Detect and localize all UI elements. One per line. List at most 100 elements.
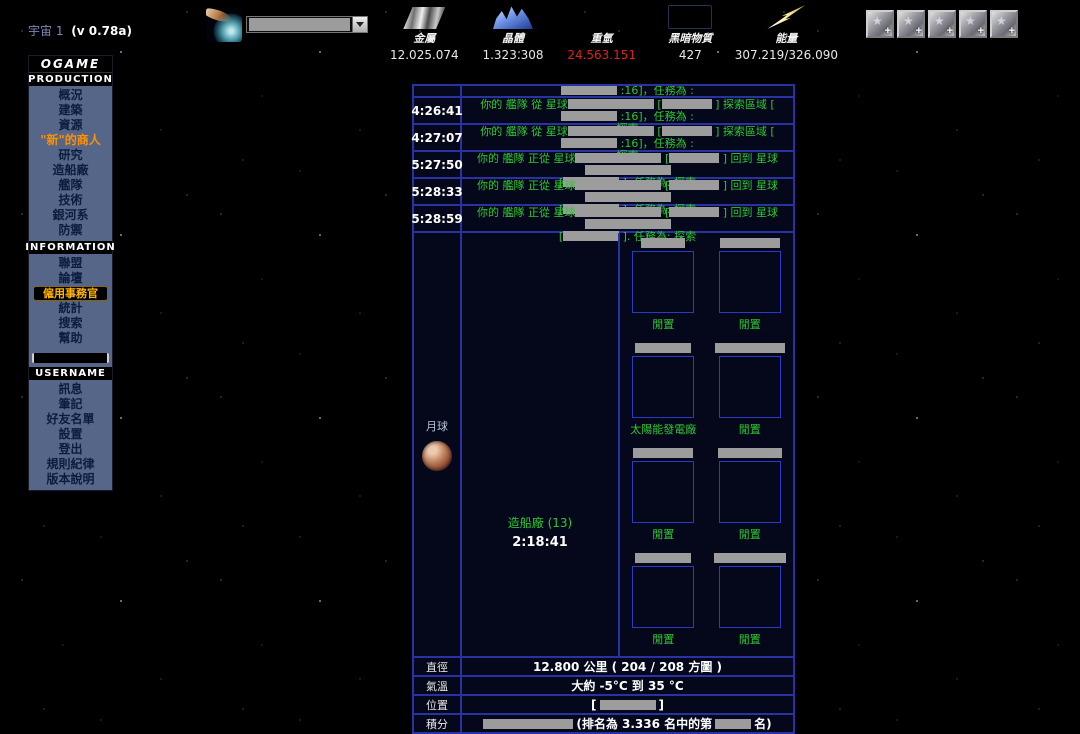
colony-name-redacted[interactable] bbox=[635, 553, 691, 563]
sidebar-item-merchant[interactable]: "新"的商人 bbox=[29, 133, 112, 148]
moon-column: 月球 bbox=[414, 233, 462, 656]
fleet-event-row: 4:27:07 你的 艦隊 從 星球 [ ] 探索區域 [ :16]，任務為 :… bbox=[414, 125, 793, 152]
planet-image bbox=[464, 340, 617, 506]
colony-name-redacted[interactable] bbox=[715, 343, 785, 353]
sidebar-item-buildings[interactable]: 建築 bbox=[29, 103, 112, 118]
moon-link[interactable]: 月球 bbox=[426, 418, 448, 434]
event-time: 4:27:07 bbox=[414, 125, 462, 150]
selected-planet-redacted bbox=[249, 18, 350, 31]
colony-activity-label: 閒置 bbox=[739, 421, 761, 437]
building-in-progress-label: 造船廠 (13) bbox=[508, 514, 572, 531]
dark-matter-value: 427 bbox=[646, 48, 735, 62]
colony-name-redacted[interactable] bbox=[718, 448, 782, 458]
universe-name: 宇宙 1 bbox=[28, 24, 63, 38]
sidebar-item-help[interactable]: 幫助 bbox=[29, 331, 112, 346]
colony-thumbnail[interactable] bbox=[632, 251, 694, 313]
sidebar-item-overview[interactable]: 概況 bbox=[29, 88, 112, 103]
colony-thumbnail[interactable] bbox=[719, 356, 781, 418]
event-time: 5:27:50 bbox=[414, 152, 462, 177]
event-text: ] 探索區域 [ bbox=[715, 125, 775, 138]
plus-icon: + bbox=[1009, 25, 1015, 37]
info-row-temperature: 氣溫 大約 -5°C 到 35 °C bbox=[414, 677, 793, 696]
planet-comet-icon bbox=[206, 8, 242, 42]
colony-thumbnail[interactable] bbox=[719, 461, 781, 523]
colony-cell: 閒置 bbox=[707, 238, 794, 343]
plus-icon: + bbox=[947, 25, 953, 37]
redacted-value bbox=[585, 219, 671, 229]
sidebar-item-statistics[interactable]: 統計 bbox=[29, 301, 112, 316]
sidebar-item-version-notes[interactable]: 版本說明 bbox=[29, 472, 112, 487]
officer-button-4[interactable]: + bbox=[959, 10, 987, 38]
colony-cell: 閒置 bbox=[620, 448, 707, 553]
sidebar-item-rules[interactable]: 規則紀律 bbox=[29, 457, 112, 472]
redacted-value bbox=[585, 165, 671, 175]
colony-activity-label: 閒置 bbox=[652, 316, 674, 332]
redacted-value bbox=[575, 207, 661, 217]
sidebar-item-technology[interactable]: 技術 bbox=[29, 193, 112, 208]
fleet-event-row: 5:27:50 你的 艦隊 正從 星球 [ ] 回到 星球 [ ]. 任務為: … bbox=[414, 152, 793, 179]
redacted-value bbox=[585, 192, 671, 202]
colony-thumbnail[interactable] bbox=[632, 461, 694, 523]
sidebar-item-forum[interactable]: 論壇 bbox=[29, 271, 112, 286]
colony-name-redacted[interactable] bbox=[720, 238, 780, 248]
colony-thumbnail[interactable] bbox=[719, 566, 781, 628]
redacted-value bbox=[575, 180, 661, 190]
colony-name-redacted[interactable] bbox=[641, 238, 685, 248]
colony-name-redacted[interactable] bbox=[714, 553, 786, 563]
resource-bar: 金屬 12.025.074 晶體 1.323.308 重氫 24.563.151… bbox=[380, 3, 838, 62]
redacted-value bbox=[483, 719, 573, 729]
sidebar-item-messages[interactable]: 訊息 bbox=[29, 382, 112, 397]
sidebar-item-shipyard[interactable]: 造船廠 bbox=[29, 163, 112, 178]
sidebar-item-research[interactable]: 研究 bbox=[29, 148, 112, 163]
moon-image[interactable] bbox=[422, 441, 452, 471]
redacted-value bbox=[669, 207, 719, 217]
sidebar-item-logout[interactable]: 登出 bbox=[29, 442, 112, 457]
points-value: (排名為 3.336 名中的第 名) bbox=[462, 715, 793, 732]
deuterium-label: 重氫 bbox=[557, 30, 646, 46]
colony-cell: 閒置 bbox=[707, 448, 794, 553]
colony-cell: 閒置 bbox=[620, 238, 707, 343]
sidebar-item-galaxy[interactable]: 銀河系 bbox=[29, 208, 112, 223]
info-row-points: 積分 (排名為 3.336 名中的第 名) bbox=[414, 715, 793, 732]
officer-button-1[interactable]: + bbox=[866, 10, 894, 38]
redacted-value bbox=[600, 700, 656, 710]
officer-button-5[interactable]: + bbox=[990, 10, 1018, 38]
sidebar-item-settings[interactable]: 設置 bbox=[29, 427, 112, 442]
colony-thumbnail[interactable] bbox=[719, 251, 781, 313]
sidebar-item-buddy-list[interactable]: 好友名單 bbox=[29, 412, 112, 427]
redacted-value bbox=[561, 138, 617, 148]
chevron-down-icon[interactable] bbox=[352, 17, 367, 32]
event-text: 你的 艦隊 正從 星球 bbox=[477, 152, 576, 165]
sidebar-item-alliance[interactable]: 聯盟 bbox=[29, 256, 112, 271]
redacted-value bbox=[568, 99, 654, 109]
redacted-value bbox=[669, 153, 719, 163]
officer-button-3[interactable]: + bbox=[928, 10, 956, 38]
colony-name-redacted[interactable] bbox=[635, 343, 691, 353]
colony-cell: 閒置 bbox=[707, 553, 794, 658]
redacted-value bbox=[662, 126, 712, 136]
sidebar-item-fleet[interactable]: 艦隊 bbox=[29, 178, 112, 193]
colony-thumbnail[interactable] bbox=[632, 356, 694, 418]
rank-text: 名) bbox=[754, 715, 772, 732]
section-header-information: INFORMATION bbox=[29, 241, 112, 254]
deuterium-value: 24.563.151 bbox=[557, 48, 646, 62]
redacted-value bbox=[662, 99, 712, 109]
sidebar-item-resources[interactable]: 資源 bbox=[29, 118, 112, 133]
sidebar-item-hire-officer[interactable]: 僱用事務官 bbox=[33, 286, 108, 301]
event-time: 5:28:33 bbox=[414, 179, 462, 204]
officer-button-2[interactable]: + bbox=[897, 10, 925, 38]
sidebar-item-search[interactable]: 搜索 bbox=[29, 316, 112, 331]
deuterium-icon bbox=[580, 6, 624, 29]
colony-name-redacted[interactable] bbox=[633, 448, 693, 458]
metal-value: 12.025.074 bbox=[380, 48, 469, 62]
sidebar-item-defense[interactable]: 防禦 bbox=[29, 223, 112, 238]
ogame-page: 宇宙 1 (v 0.78a) 金屬 12.025.074 晶體 1.323.30… bbox=[0, 0, 1080, 734]
planet-select[interactable] bbox=[246, 16, 368, 33]
resource-metal: 金屬 12.025.074 bbox=[380, 3, 469, 62]
event-text: 你的 艦隊 從 星球 bbox=[480, 125, 568, 138]
fleet-event-row: 5:28:33 你的 艦隊 正從 星球 [ ] 回到 星球 [ ]. 任務為: … bbox=[414, 179, 793, 206]
info-label: 積分 bbox=[414, 715, 462, 732]
colony-thumbnail[interactable] bbox=[632, 566, 694, 628]
sidebar-item-notes[interactable]: 筆記 bbox=[29, 397, 112, 412]
event-text: 你的 艦隊 正從 星球 bbox=[477, 206, 576, 219]
